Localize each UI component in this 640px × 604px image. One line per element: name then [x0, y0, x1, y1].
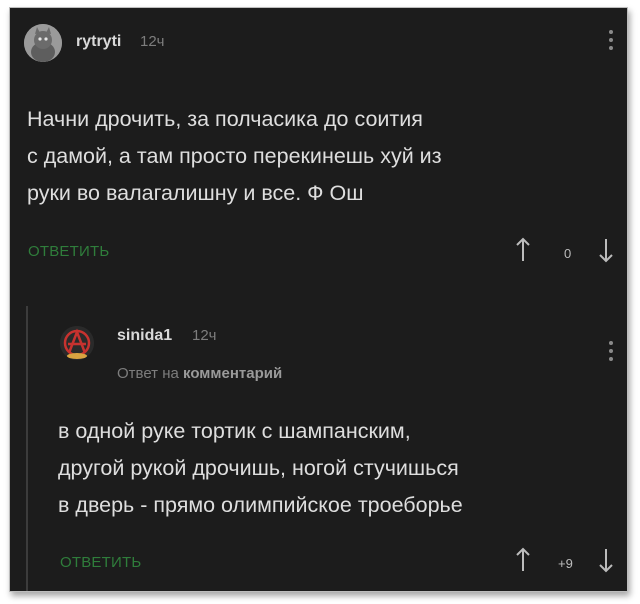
- thread-line: [26, 306, 28, 591]
- reply-text-line: в дверь - прямо олимпийское троеборье: [58, 493, 463, 517]
- comment-text-line: Начни дрочить, за полчасика до соития: [27, 107, 423, 131]
- cat-avatar-icon[interactable]: [24, 24, 62, 62]
- arrow-down-icon[interactable]: [598, 238, 614, 269]
- reply-text-line: другой рукой дрочишь, ногой стучишься: [58, 456, 459, 480]
- comment-thread: rytryti 12ч Начни дрочить, за полчасика …: [9, 7, 628, 592]
- more-vertical-icon[interactable]: [609, 30, 613, 50]
- arrow-down-icon[interactable]: [598, 548, 614, 579]
- anarchy-avatar-icon[interactable]: [60, 326, 94, 360]
- reply-to-target-link[interactable]: комментарий: [183, 365, 282, 382]
- reply-to-label: Ответ на комментарий: [117, 365, 282, 382]
- rating-value: 0: [564, 246, 572, 261]
- reply-time: 12ч: [192, 327, 217, 344]
- comment-time: 12ч: [140, 33, 165, 50]
- reply-text: в одной руке тортик с шампанским, другой…: [58, 413, 463, 524]
- more-vertical-icon[interactable]: [609, 341, 613, 361]
- reply-button[interactable]: ОТВЕТИТЬ: [28, 243, 109, 260]
- rating-value: +9: [558, 556, 573, 571]
- comment-text: Начни дрочить, за полчасика до соития с …: [27, 101, 442, 212]
- reply-button[interactable]: ОТВЕТИТЬ: [60, 554, 141, 571]
- comment-text-line: с дамой, а там просто перекинешь хуй из: [27, 144, 442, 168]
- reply-to-prefix: Ответ на: [117, 365, 179, 382]
- comment-text-line: руки во валагалишну и все. Ф Ош: [27, 181, 364, 205]
- reply-username[interactable]: sinida1: [117, 327, 172, 345]
- arrow-up-icon[interactable]: [515, 236, 531, 267]
- comment-username[interactable]: rytryti: [76, 33, 121, 51]
- reply-text-line: в одной руке тортик с шампанским,: [58, 419, 411, 443]
- arrow-up-icon[interactable]: [515, 546, 531, 577]
